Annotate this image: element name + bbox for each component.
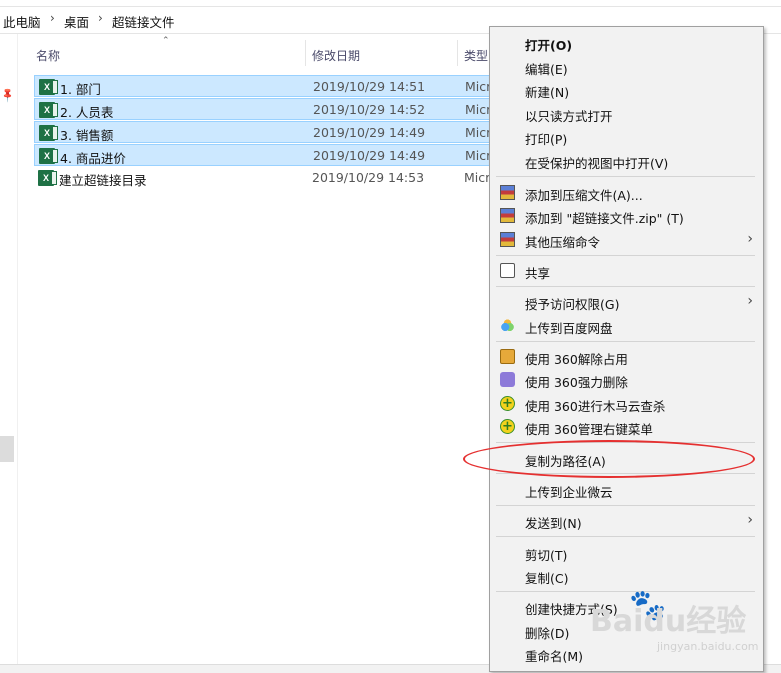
- menu-item-upload-wecom[interactable]: 上传到企业微云: [490, 478, 763, 501]
- file-name: 2. 人员表: [60, 105, 114, 120]
- breadcrumb-current-folder[interactable]: 超链接文件: [112, 12, 175, 31]
- menu-item-edit[interactable]: 编辑(E): [490, 55, 763, 78]
- annotation-ellipse: [463, 440, 755, 478]
- file-type: Micr: [465, 125, 492, 140]
- baidu-netdisk-icon: [500, 318, 515, 333]
- menu-separator: [496, 255, 755, 256]
- winrar-icon: [500, 208, 515, 223]
- shredder-icon: [500, 372, 515, 387]
- menu-item-other-archive[interactable]: 其他压缩命令 ›: [490, 228, 763, 251]
- file-date: 2019/10/29 14:52: [313, 102, 426, 117]
- file-date: 2019/10/29 14:53: [312, 170, 425, 185]
- menu-item-360-unlock[interactable]: 使用 360解除占用: [490, 345, 763, 368]
- context-menu: 打开(O) 编辑(E) 新建(N) 以只读方式打开 打印(P) 在受保护的视图中…: [489, 26, 764, 672]
- menu-item-open[interactable]: 打开(O): [490, 31, 763, 54]
- chevron-right-icon: ›: [747, 231, 753, 247]
- menu-separator: [496, 341, 755, 342]
- winrar-icon: [500, 232, 515, 247]
- file-date: 2019/10/29 14:49: [313, 148, 426, 163]
- file-row[interactable]: X 3. 销售额 2019/10/29 14:49 Micr: [34, 121, 506, 143]
- watermark-brand: Baidu经验: [590, 604, 747, 639]
- navigation-pane: 📌: [0, 34, 18, 672]
- menu-item-open-protected[interactable]: 在受保护的视图中打开(V): [490, 149, 763, 172]
- chevron-right-icon: ›: [747, 512, 753, 528]
- 360-security-icon: +: [500, 419, 515, 434]
- menu-item-open-readonly[interactable]: 以只读方式打开: [490, 102, 763, 125]
- unlock-file-icon: [500, 349, 515, 364]
- file-name: 4. 商品进价: [60, 151, 126, 166]
- excel-file-icon: X: [38, 170, 57, 186]
- breadcrumb-this-pc[interactable]: 此电脑: [3, 12, 41, 31]
- menu-item-copy[interactable]: 复制(C): [490, 564, 763, 587]
- menu-item-360-manage[interactable]: + 使用 360管理右键菜单: [490, 415, 763, 438]
- menu-item-new[interactable]: 新建(N): [490, 78, 763, 101]
- menu-item-grant-access[interactable]: 授予访问权限(G) ›: [490, 290, 763, 313]
- breadcrumb-desktop[interactable]: 桌面: [64, 12, 89, 31]
- file-type: Micr: [465, 79, 492, 94]
- menu-separator: [496, 505, 755, 506]
- menu-separator: [496, 286, 755, 287]
- menu-item-360-delete[interactable]: 使用 360强力删除: [490, 368, 763, 391]
- file-date: 2019/10/29 14:49: [313, 125, 426, 140]
- file-date: 2019/10/29 14:51: [313, 79, 426, 94]
- menu-separator: [496, 176, 755, 177]
- menu-item-print[interactable]: 打印(P): [490, 125, 763, 148]
- menu-item-add-zip[interactable]: 添加到 "超链接文件.zip" (T): [490, 204, 763, 227]
- pin-icon[interactable]: 📌: [0, 87, 17, 104]
- menu-item-cut[interactable]: 剪切(T): [490, 541, 763, 564]
- chevron-right-icon: ›: [50, 11, 55, 25]
- window-top-edge: [0, 0, 781, 7]
- file-row[interactable]: X 1. 部门 2019/10/29 14:51 Micr: [34, 75, 506, 97]
- chevron-right-icon: ›: [98, 11, 103, 25]
- column-header-name[interactable]: 名称: [34, 38, 304, 68]
- file-row[interactable]: X 2. 人员表 2019/10/29 14:52 Micr: [34, 98, 506, 120]
- file-row[interactable]: X 4. 商品进价 2019/10/29 14:49 Micr: [34, 144, 506, 166]
- file-type: Micr: [464, 170, 491, 185]
- share-icon: [500, 263, 515, 278]
- file-name: 建立超链接目录: [59, 173, 147, 188]
- excel-file-icon: X: [39, 125, 58, 141]
- file-type: Micr: [465, 148, 492, 163]
- column-header-modified[interactable]: 修改日期: [306, 38, 456, 68]
- watermark-url: jingyan.baidu.com: [657, 640, 759, 653]
- 360-security-icon: +: [500, 396, 515, 411]
- winrar-icon: [500, 185, 515, 200]
- nav-pane-scrollbar[interactable]: [0, 436, 14, 462]
- menu-item-share[interactable]: 共享: [490, 259, 763, 282]
- chevron-right-icon: ›: [747, 293, 753, 309]
- excel-file-icon: X: [39, 148, 58, 164]
- menu-separator: [496, 591, 755, 592]
- file-name: 1. 部门: [60, 82, 101, 97]
- excel-file-icon: X: [39, 79, 58, 95]
- menu-item-add-archive[interactable]: 添加到压缩文件(A)...: [490, 181, 763, 204]
- file-type: Micr: [465, 102, 492, 117]
- file-name: 3. 销售额: [60, 128, 114, 143]
- file-row[interactable]: X 建立超链接目录 2019/10/29 14:53 Micr: [34, 167, 506, 189]
- menu-item-send-to[interactable]: 发送到(N) ›: [490, 509, 763, 532]
- menu-separator: [496, 536, 755, 537]
- excel-file-icon: X: [39, 102, 58, 118]
- menu-item-360-scan[interactable]: + 使用 360进行木马云查杀: [490, 392, 763, 415]
- menu-item-upload-baidu[interactable]: 上传到百度网盘: [490, 314, 763, 337]
